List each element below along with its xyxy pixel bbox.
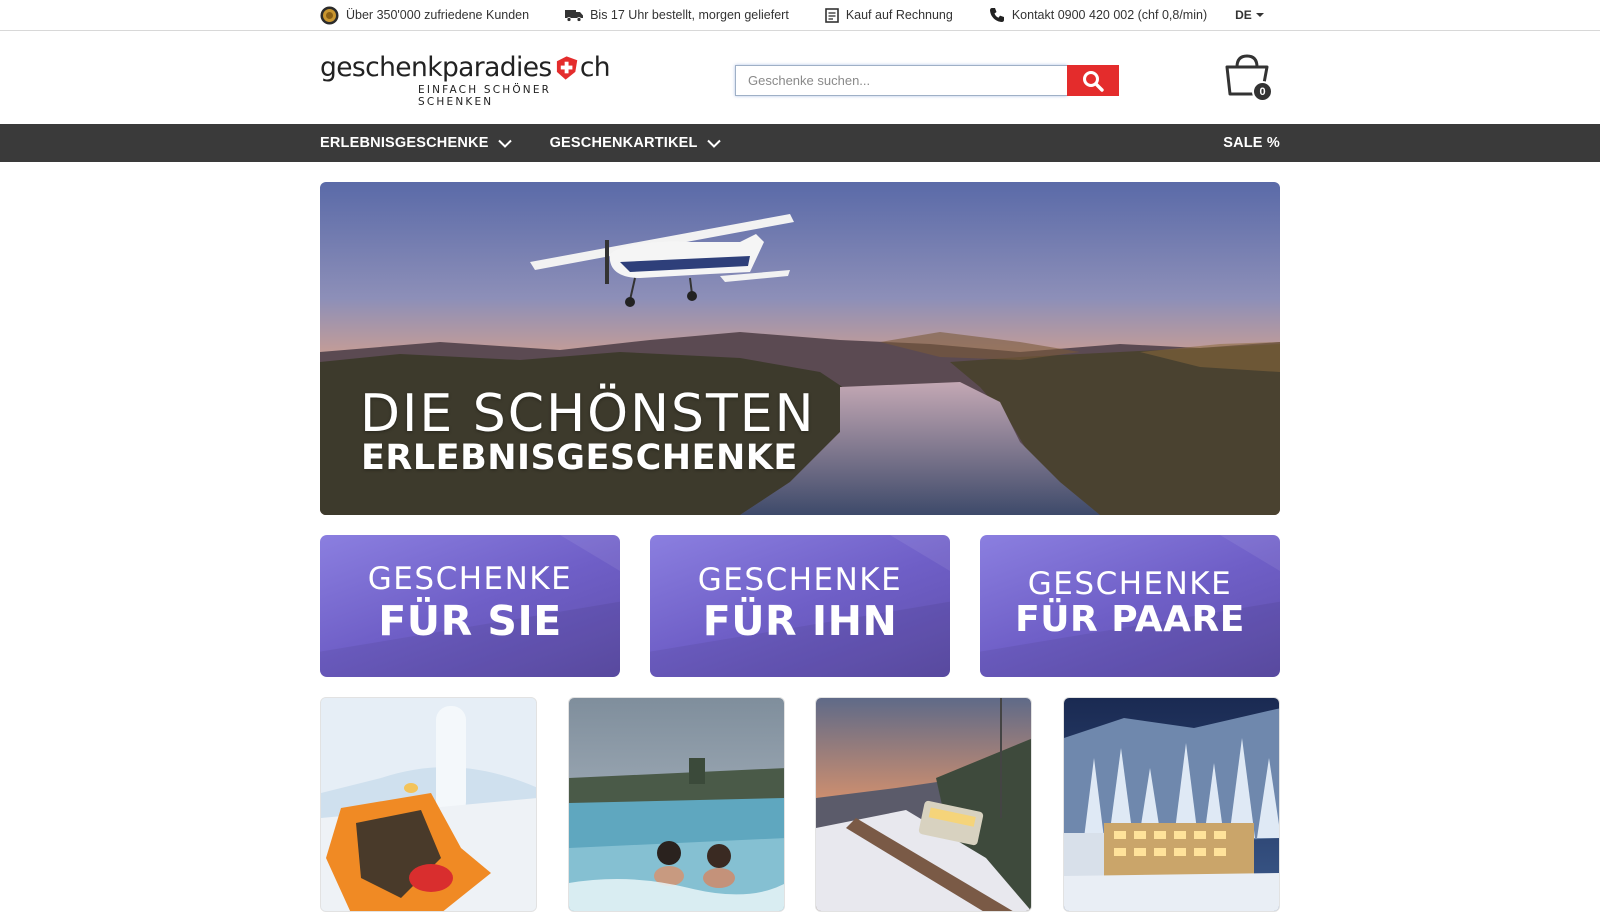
product-image-mountain-train xyxy=(816,698,1031,911)
delivery-text: Bis 17 Uhr bestellt, morgen geliefert xyxy=(590,8,789,22)
main-navigation-inner: ERLEBNISGESCHENKE GESCHENKARTIKEL SALE % xyxy=(320,124,1280,162)
tile-line2: FÜR SIE xyxy=(378,597,562,645)
caret-down-icon xyxy=(1255,13,1264,17)
search-icon xyxy=(1083,70,1104,92)
contact-info[interactable]: Kontakt 0900 420 002 (chf 0,8/min) xyxy=(989,7,1207,23)
tile-line1: GESCHENKE xyxy=(367,561,573,597)
category-tiles: GESCHENKE FÜR SIE GESCHENKE FÜR IHN GESC… xyxy=(320,535,1280,677)
tile-line2: FÜR IHN xyxy=(702,597,898,645)
site-header: geschenkparadies ch EINFACH SCHÖNER SCHE… xyxy=(0,31,1600,124)
hero-title: DIE SCHÖNSTEN xyxy=(360,384,816,444)
nav-item-erlebnisgeschenke[interactable]: ERLEBNISGESCHENKE xyxy=(320,135,512,151)
nav-sale-label: SALE % xyxy=(1223,135,1280,151)
language-label: DE xyxy=(1235,8,1252,22)
swiss-shield-icon xyxy=(556,56,577,80)
tile-geschenke-fuer-sie[interactable]: GESCHENKE FÜR SIE xyxy=(320,535,620,677)
nav-item-label: ERLEBNISGESCHENKE xyxy=(320,135,489,151)
hero-subtitle: ERLEBNISGESCHENKE xyxy=(361,438,798,478)
tile-line1: GESCHENKE xyxy=(1027,566,1233,602)
search-button[interactable] xyxy=(1067,65,1119,96)
hero-banner[interactable]: DIE SCHÖNSTEN ERLEBNISGESCHENKE xyxy=(320,182,1280,515)
logo-tagline: EINFACH SCHÖNER SCHENKEN xyxy=(418,84,552,108)
search-bar xyxy=(735,65,1119,96)
product-image-igloo-sleeping-bag xyxy=(321,698,536,911)
product-image-thermal-spa xyxy=(569,698,784,911)
nav-item-label: GESCHENKARTIKEL xyxy=(549,135,698,151)
truck-icon xyxy=(565,9,584,22)
language-selector[interactable]: DE xyxy=(1235,8,1264,22)
invoice-icon xyxy=(825,7,839,23)
site-logo[interactable]: geschenkparadies ch EINFACH SCHÖNER SCHE… xyxy=(320,52,611,109)
product-card-spa[interactable] xyxy=(568,697,785,912)
logo-text-right: ch xyxy=(579,52,611,83)
product-card-igloo[interactable] xyxy=(320,697,537,912)
invoice-text: Kauf auf Rechnung xyxy=(845,8,953,22)
tile-geschenke-fuer-paare[interactable]: GESCHENKE FÜR PAARE xyxy=(980,535,1280,677)
invoice-info: Kauf auf Rechnung xyxy=(825,7,953,23)
chevron-down-icon xyxy=(497,139,512,148)
cart-button[interactable]: 0 xyxy=(1222,53,1274,103)
tile-geschenke-fuer-ihn[interactable]: GESCHENKE FÜR IHN xyxy=(650,535,950,677)
product-card-mountain-train[interactable] xyxy=(815,697,1032,912)
contact-text: Kontakt 0900 420 002 (chf 0,8/min) xyxy=(1011,8,1208,22)
customers-text: Über 350'000 zufriedene Kunden xyxy=(346,8,530,22)
product-grid xyxy=(320,697,1280,912)
top-info-bar: Über 350'000 zufriedene Kunden Bis 17 Uh… xyxy=(0,0,1600,31)
top-info-bar-inner: Über 350'000 zufriedene Kunden Bis 17 Uh… xyxy=(320,0,1280,30)
cart-count-badge: 0 xyxy=(1252,81,1273,102)
logo-wordmark: geschenkparadies ch xyxy=(320,52,611,83)
logo-text-left: geschenkparadies xyxy=(320,52,552,83)
medal-icon xyxy=(320,6,339,24)
nav-item-geschenkartikel[interactable]: GESCHENKARTIKEL xyxy=(550,135,721,151)
tile-line2: FÜR PAARE xyxy=(1015,599,1245,640)
delivery-info: Bis 17 Uhr bestellt, morgen geliefert xyxy=(565,8,789,22)
main-navigation: ERLEBNISGESCHENKE GESCHENKARTIKEL SALE % xyxy=(0,124,1600,162)
product-card-winter-hotel[interactable] xyxy=(1063,697,1280,912)
product-image-winter-hotel xyxy=(1064,698,1279,911)
customers-info: Über 350'000 zufriedene Kunden xyxy=(320,6,529,25)
nav-item-sale[interactable]: SALE % xyxy=(1223,135,1280,151)
tile-line1: GESCHENKE xyxy=(697,562,903,598)
search-input[interactable] xyxy=(735,65,1067,96)
phone-icon xyxy=(989,8,1004,22)
chevron-down-icon xyxy=(706,139,721,148)
